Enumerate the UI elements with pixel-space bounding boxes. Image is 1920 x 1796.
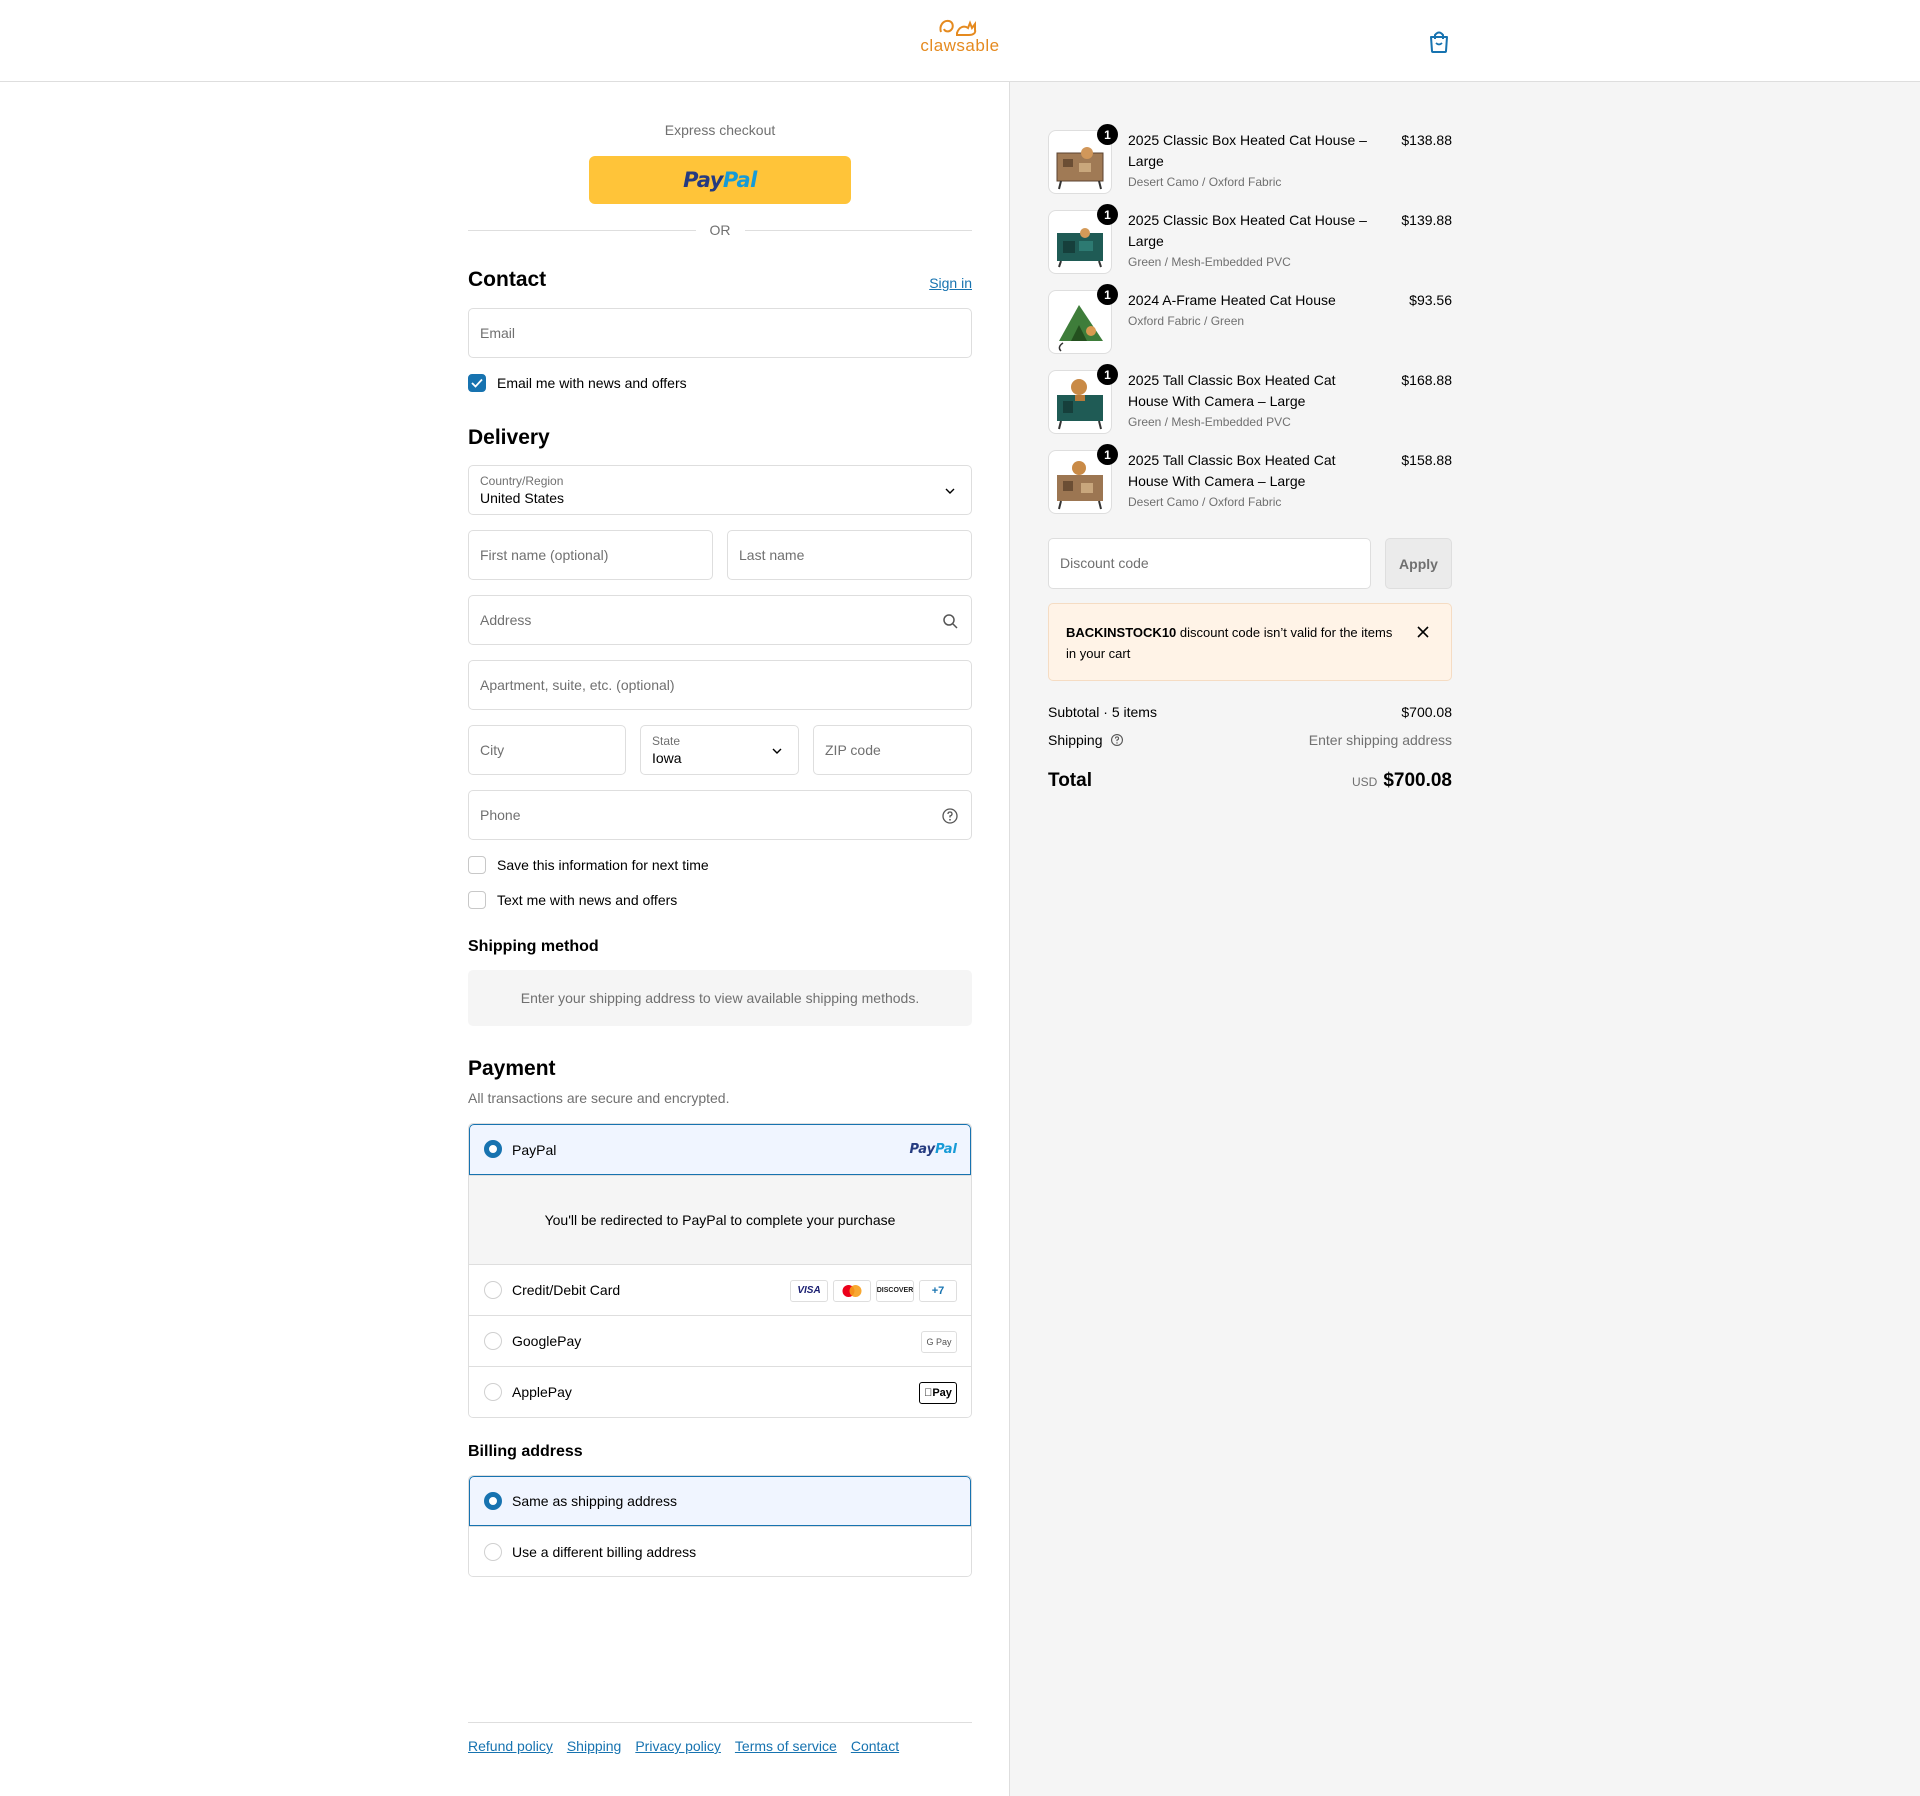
radio-selected: [484, 1140, 502, 1158]
cart-item: 1 2025 Classic Box Heated Cat House – La…: [1048, 124, 1452, 194]
quantity-badge: 1: [1097, 124, 1118, 145]
product-variant: Green / Mesh-Embedded PVC: [1128, 415, 1291, 429]
brand-logo[interactable]: clawsable: [918, 16, 1002, 66]
payment-option-card[interactable]: Credit/Debit Card VISA DISCOVER +7: [469, 1264, 971, 1315]
sign-in-link[interactable]: Sign in: [929, 275, 972, 291]
shipping-label: Shipping: [1048, 732, 1103, 748]
help-circle-icon[interactable]: [941, 807, 959, 825]
discover-icon: DISCOVER: [876, 1279, 914, 1302]
zip-field[interactable]: ZIP code: [813, 725, 972, 775]
or-divider: OR: [468, 222, 972, 238]
state-select[interactable]: State Iowa: [640, 725, 799, 775]
payment-option-googlepay[interactable]: GooglePay G Pay: [469, 1315, 971, 1366]
payment-options: PayPal PayPal You'll be redirected to Pa…: [468, 1123, 972, 1418]
product-price: $93.56: [1409, 292, 1452, 308]
payment-subtitle: All transactions are secure and encrypte…: [468, 1090, 730, 1106]
subtotal-value: $700.08: [1401, 704, 1452, 720]
contact-link[interactable]: Contact: [851, 1738, 899, 1754]
product-variant: Green / Mesh-Embedded PVC: [1128, 255, 1291, 269]
paypal-redirect-note: You'll be redirected to PayPal to comple…: [469, 1175, 971, 1264]
visa-icon: VISA: [790, 1279, 828, 1302]
phone-field[interactable]: Phone: [468, 790, 972, 840]
shipping-method-heading: Shipping method: [468, 938, 599, 955]
country-select[interactable]: Country/Region United States: [468, 465, 972, 515]
chevron-down-icon: [772, 748, 782, 754]
city-field[interactable]: City: [468, 725, 626, 775]
shopping-bag-icon[interactable]: [1428, 30, 1450, 54]
footer-links: Refund policy Shipping Privacy policy Te…: [468, 1722, 972, 1754]
quantity-badge: 1: [1097, 284, 1118, 305]
mastercard-icon: [833, 1279, 871, 1302]
last-name-field[interactable]: Last name: [727, 530, 972, 580]
cart-item: 1 2025 Tall Classic Box Heated Cat House…: [1048, 444, 1452, 514]
product-name: 2025 Tall Classic Box Heated Cat House W…: [1128, 372, 1336, 409]
product-name: 2025 Classic Box Heated Cat House – Larg…: [1128, 212, 1367, 249]
total-label: Total: [1048, 770, 1092, 791]
text-me-checkbox[interactable]: Text me with news and offers: [468, 891, 677, 909]
product-price: $168.88: [1401, 372, 1452, 388]
delivery-heading: Delivery: [468, 426, 550, 449]
product-price: $139.88: [1401, 212, 1452, 228]
billing-same-as-shipping[interactable]: Same as shipping address: [469, 1476, 971, 1526]
cat-logo-icon: [939, 19, 977, 36]
save-info-checkbox[interactable]: Save this information for next time: [468, 856, 709, 874]
product-name: 2025 Tall Classic Box Heated Cat House W…: [1128, 452, 1336, 489]
more-cards-badge: +7: [919, 1279, 957, 1302]
payment-option-paypal[interactable]: PayPal PayPal: [469, 1124, 971, 1175]
apply-discount-button[interactable]: Apply: [1385, 538, 1452, 589]
product-variant: Desert Camo / Oxford Fabric: [1128, 495, 1282, 509]
payment-option-applepay[interactable]: ApplePay Pay: [469, 1366, 971, 1417]
shipping-method-note: Enter your shipping address to view avai…: [468, 970, 972, 1026]
billing-address-heading: Billing address: [468, 1443, 583, 1460]
discount-code: BACKINSTOCK10: [1066, 625, 1177, 640]
google-pay-icon: G Pay: [921, 1330, 957, 1353]
total-value: USD $700.08: [1351, 770, 1452, 791]
privacy-policy-link[interactable]: Privacy policy: [635, 1738, 721, 1754]
product-variant: Oxford Fabric / Green: [1128, 314, 1245, 328]
close-icon[interactable]: [1415, 624, 1431, 640]
discount-code-field[interactable]: Discount code: [1048, 538, 1371, 589]
terms-of-service-link[interactable]: Terms of service: [735, 1738, 837, 1754]
shipping-value: Enter shipping address: [1308, 732, 1452, 748]
email-field[interactable]: Email: [468, 308, 972, 358]
help-circle-icon[interactable]: [1110, 733, 1124, 747]
apartment-field[interactable]: Apartment, suite, etc. (optional): [468, 660, 972, 710]
apple-pay-icon: Pay: [919, 1381, 957, 1404]
subtotal-row: Subtotal · 5 items $700.08: [1048, 704, 1452, 720]
cart-item: 1 2025 Tall Classic Box Heated Cat House…: [1048, 364, 1452, 434]
header: clawsable: [0, 0, 1920, 82]
paypal-logo: PayPal: [909, 1142, 957, 1157]
contact-heading: Contact: [468, 268, 547, 291]
email-news-checkbox[interactable]: Email me with news and offers: [468, 374, 687, 392]
paypal-express-button[interactable]: PayPal: [589, 156, 851, 204]
cart-item: 1 2025 Classic Box Heated Cat House – La…: [1048, 204, 1452, 274]
subtotal-label: Subtotal · 5 items: [1048, 704, 1157, 720]
quantity-badge: 1: [1097, 364, 1118, 385]
discount-error-banner: BACKINSTOCK10 discount code isn’t valid …: [1048, 603, 1452, 681]
payment-heading: Payment: [468, 1057, 556, 1080]
paypal-logo: PayPal: [683, 168, 757, 192]
shipping-row: Shipping Enter shipping address: [1048, 732, 1452, 748]
product-price: $138.88: [1401, 132, 1452, 148]
billing-options: Same as shipping address Use a different…: [468, 1475, 972, 1577]
cart-item: 1 2024 A-Frame Heated Cat House Oxford F…: [1048, 284, 1452, 354]
refund-policy-link[interactable]: Refund policy: [468, 1738, 553, 1754]
currency-code: USD: [1351, 775, 1378, 789]
billing-different-address[interactable]: Use a different billing address: [469, 1526, 971, 1576]
shipping-policy-link[interactable]: Shipping: [567, 1738, 622, 1754]
express-checkout-label: Express checkout: [664, 122, 776, 138]
chevron-down-icon: [945, 488, 955, 494]
product-name: 2025 Classic Box Heated Cat House – Larg…: [1128, 132, 1367, 169]
checkbox-checked-icon: [468, 374, 486, 392]
quantity-badge: 1: [1097, 204, 1118, 225]
brand-name: clawsable: [920, 36, 1000, 55]
product-price: $158.88: [1401, 452, 1452, 468]
search-icon: [943, 614, 958, 629]
first-name-field[interactable]: First name (optional): [468, 530, 713, 580]
product-name: 2024 A-Frame Heated Cat House: [1128, 292, 1336, 308]
quantity-badge: 1: [1097, 444, 1118, 465]
address-field[interactable]: Address: [468, 595, 972, 645]
product-variant: Desert Camo / Oxford Fabric: [1128, 175, 1282, 189]
